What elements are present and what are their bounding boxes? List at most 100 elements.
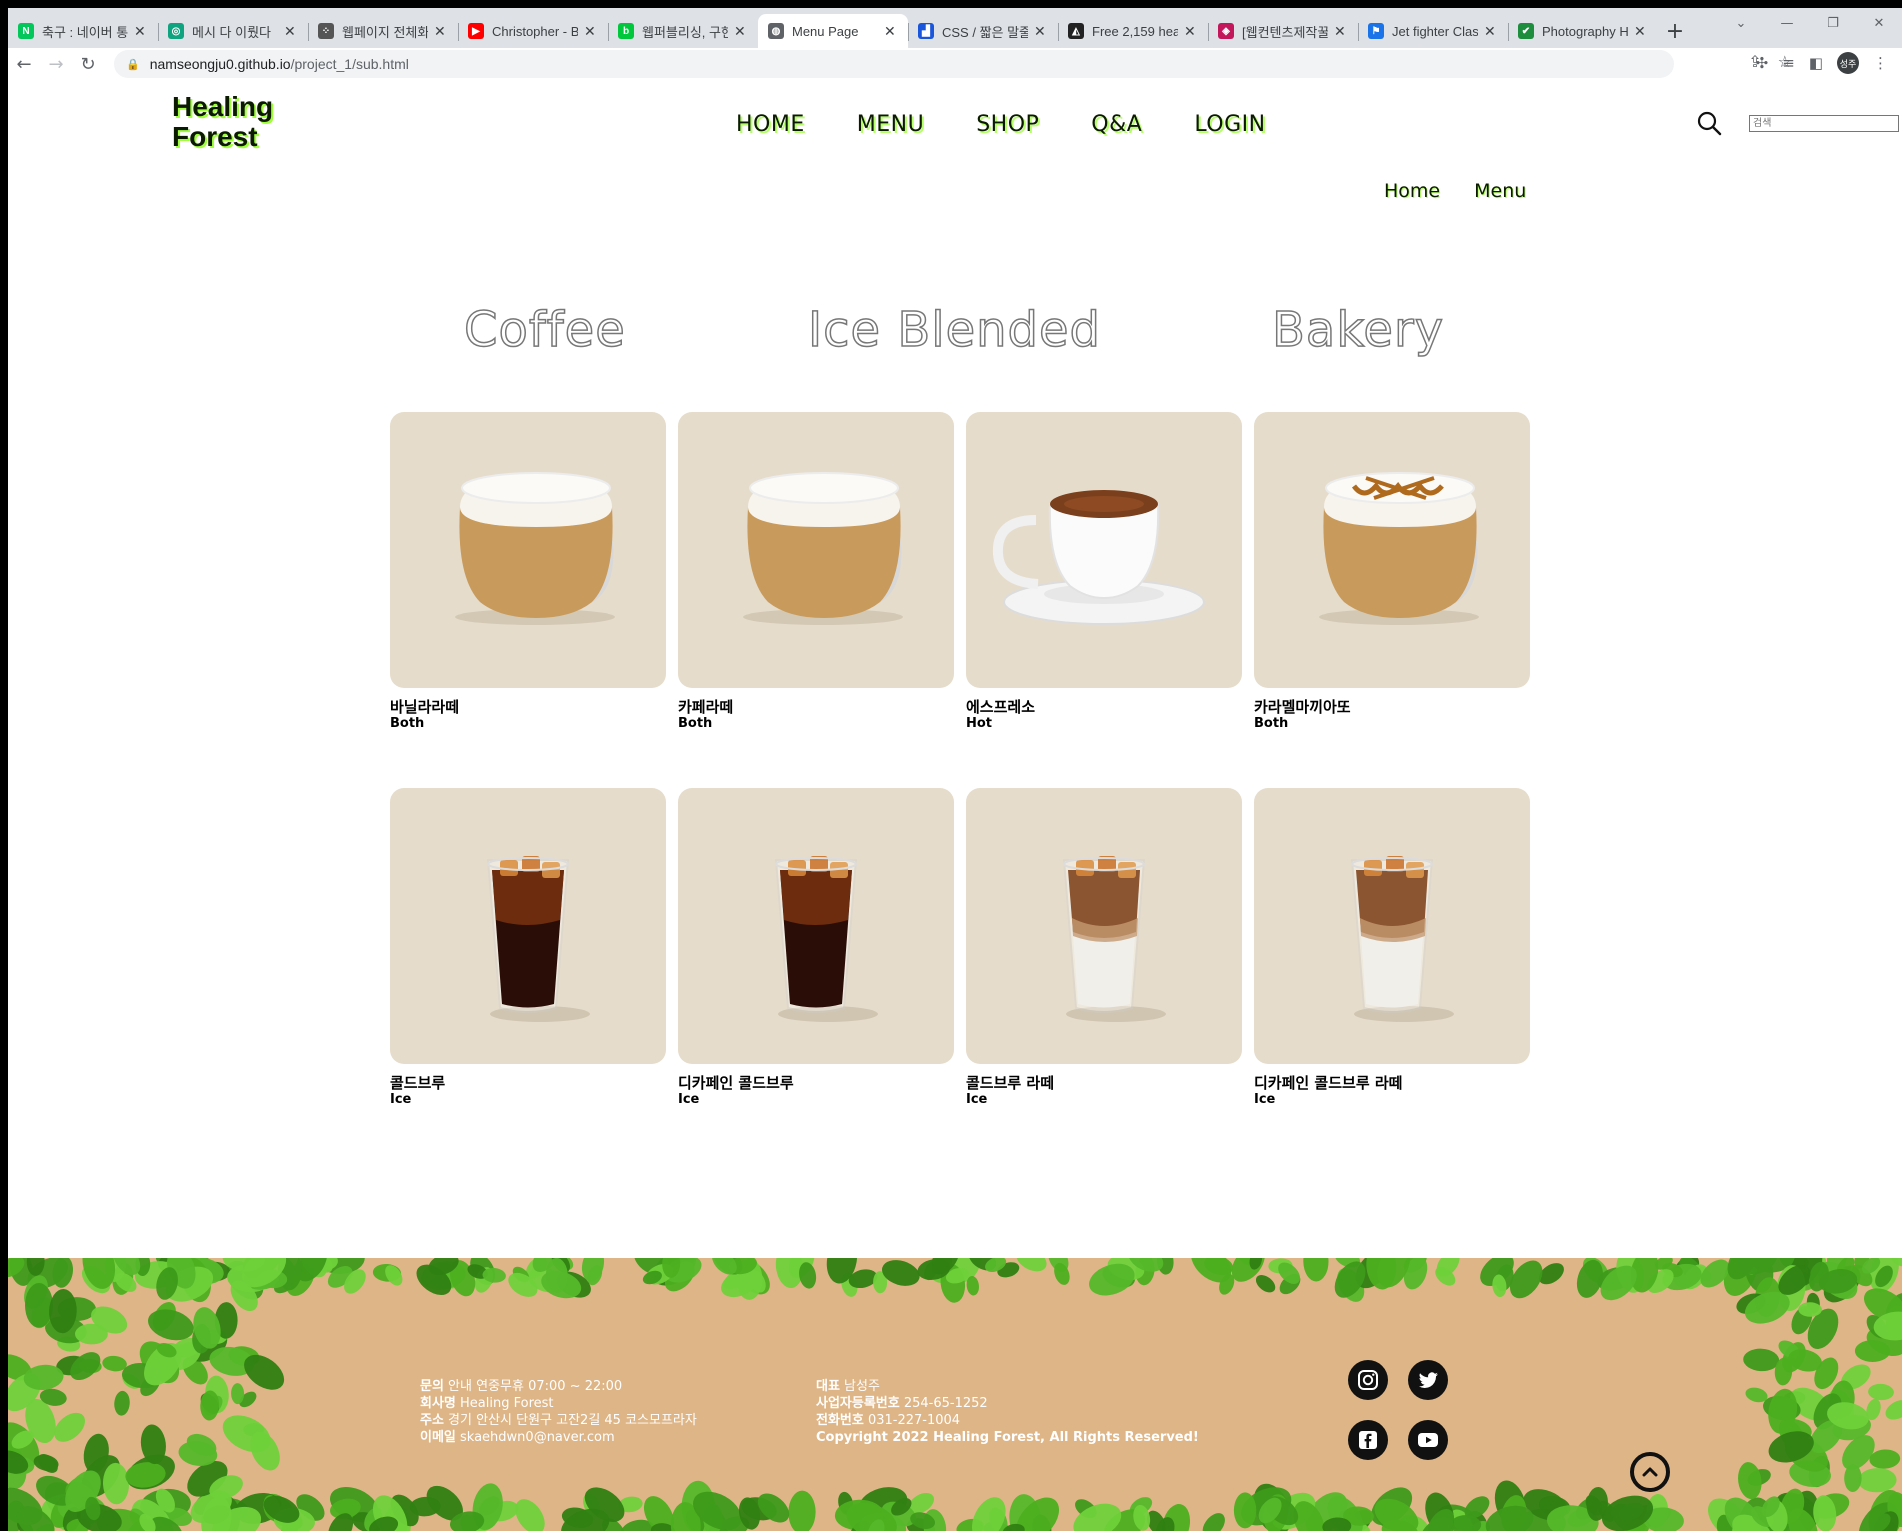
menu-card[interactable]: 바닐라라떼 Both [390, 412, 666, 731]
menu-card[interactable]: 디카페인 콜드브루 Ice [678, 788, 954, 1107]
restore-button[interactable]: ❐ [1810, 8, 1856, 38]
latte-illustration [743, 472, 903, 625]
menu-item-name: 바닐라라떼 [390, 698, 460, 716]
browser-tab[interactable]: ▶ Christopher - B ✕ [458, 14, 608, 48]
menu-item-type: Ice [1254, 1092, 1276, 1107]
tab-close-icon[interactable]: ✕ [134, 23, 148, 40]
breadcrumb-home[interactable]: Home [1384, 180, 1440, 202]
browser-tab[interactable]: ⁘ 웹페이지 전체화 ✕ [308, 14, 458, 48]
extensions-icon[interactable]: ✣ [1756, 54, 1769, 72]
tab-close-icon[interactable]: ✕ [734, 23, 748, 40]
browser-tab[interactable]: ▟ CSS / 짧은 말줄 ✕ [908, 14, 1058, 48]
nav-shop[interactable]: SHOP [976, 112, 1039, 137]
browser-tab[interactable]: b 웹퍼블리싱, 구현 ✕ [608, 14, 758, 48]
instagram-icon[interactable] [1348, 1360, 1388, 1400]
category-tabs: Coffee Ice Blended Bakery [8, 301, 1902, 382]
tab-close-icon[interactable]: ✕ [1184, 23, 1198, 40]
browser-tab[interactable]: ◈ [웹컨텐츠제작꿀 ✕ [1208, 14, 1358, 48]
reload-icon[interactable]: ↻ [72, 48, 104, 80]
site-logo[interactable]: Healing Forest [172, 92, 273, 152]
side-panel-icon[interactable]: ◧ [1809, 54, 1823, 72]
more-menu-icon[interactable]: ⋮ [1873, 54, 1888, 72]
forward-icon[interactable]: → [40, 48, 72, 80]
browser-tab[interactable]: N 축구 : 네이버 통 ✕ [8, 14, 158, 48]
footer-company-info: 문의 안내 연중무휴 07:00 ~ 22:00 회사명 Healing Fore… [420, 1378, 697, 1446]
reading-list-icon[interactable]: ≡ [1782, 54, 1795, 72]
tab-close-icon[interactable]: ✕ [884, 23, 898, 40]
tab-close-icon[interactable]: ✕ [284, 23, 298, 40]
menu-item-image[interactable] [390, 788, 666, 1064]
back-icon[interactable]: ← [8, 48, 40, 80]
footer-info-value: skaehdwn0@naver.com [455, 1430, 615, 1445]
menu-item-image[interactable] [678, 788, 954, 1064]
menu-item-image[interactable] [390, 412, 666, 688]
browser-tab[interactable]: ⚑ Jet fighter Class ✕ [1358, 14, 1508, 48]
tab-close-icon[interactable]: ✕ [434, 23, 448, 40]
menu-card[interactable]: 콜드브루 Ice [390, 788, 666, 1107]
menu-card[interactable]: 에스프레소 Hot [966, 412, 1242, 731]
category-ice-blended[interactable]: Ice Blended [807, 301, 1101, 359]
menu-item-type: Ice [678, 1092, 700, 1107]
tab-favicon-icon: N [18, 23, 34, 39]
nav-home[interactable]: HOME [736, 112, 805, 137]
browser-tab[interactable]: ✔ Photography H ✕ [1508, 14, 1658, 48]
footer-info-label: 사업자등록번호 [816, 1396, 900, 1411]
lock-icon[interactable]: 🔒 [126, 58, 140, 71]
footer-info-line: Copyright 2022 Healing Forest, All Right… [816, 1429, 1199, 1446]
menu-item-type: Hot [966, 716, 993, 731]
tab-close-icon[interactable]: ✕ [1334, 23, 1348, 40]
footer-info-label: 문의 [420, 1379, 444, 1394]
menu-card[interactable]: 카페라떼 Both [678, 412, 954, 731]
scroll-to-top-button[interactable] [1630, 1452, 1670, 1492]
browser-tab[interactable]: ◍ Menu Page ✕ [758, 14, 908, 48]
tab-title: Jet fighter Class [1392, 23, 1478, 39]
main-nav: HOME MENU SHOP Q&A LOGIN [736, 112, 1266, 137]
menu-item-image[interactable] [678, 412, 954, 688]
browser-tab[interactable]: ◎ 메시 다 이뤘다 ✕ [158, 14, 308, 48]
youtube-icon[interactable] [1408, 1420, 1448, 1460]
footer-info-value: 031-227-1004 [863, 1413, 961, 1428]
tab-close-icon[interactable]: ✕ [1484, 23, 1498, 40]
tab-close-icon[interactable]: ✕ [1634, 23, 1648, 40]
new-tab-button[interactable]: + [1658, 14, 1692, 48]
menu-card[interactable]: 카라멜마끼아또 Both [1254, 412, 1530, 731]
browser-tab-strip: N 축구 : 네이버 통 ✕ ◎ 메시 다 이뤘다 ✕ ⁘ 웹페이지 전체화 ✕ ▶ Christo… [8, 8, 1902, 48]
tab-close-icon[interactable]: ✕ [584, 23, 598, 40]
profile-avatar[interactable]: 성주 [1837, 52, 1859, 74]
tab-title: Menu Page [792, 23, 859, 39]
menu-item-name: 디카페인 콜드브루 [678, 1074, 794, 1092]
menu-item-image[interactable] [966, 412, 1242, 688]
nav-login[interactable]: LOGIN [1194, 112, 1265, 137]
footer-info-value: Healing Forest [455, 1396, 554, 1411]
nav-qna[interactable]: Q&A [1091, 112, 1142, 137]
coldbrewlatte-illustration [1350, 856, 1454, 1022]
footer-info-line: 대표 남성주 [816, 1378, 1199, 1395]
search-input[interactable] [1749, 115, 1899, 132]
tab-favicon-icon: ▟ [918, 23, 934, 39]
close-window-button[interactable]: ✕ [1856, 8, 1902, 38]
tab-title: 웹퍼블리싱, 구현 [642, 24, 728, 40]
search-icon[interactable] [1696, 110, 1722, 136]
browser-tab[interactable]: ◭ Free 2,159 hear ✕ [1058, 14, 1208, 48]
menu-card[interactable]: 디카페인 콜드브루 라떼 Ice [1254, 788, 1530, 1107]
espresso-illustration [992, 490, 1205, 625]
tab-close-icon[interactable]: ✕ [1034, 23, 1048, 40]
facebook-icon[interactable] [1348, 1420, 1388, 1460]
window-controls: ⌄ — ❐ ✕ [1718, 8, 1902, 48]
menu-item-image[interactable] [1254, 412, 1530, 688]
menu-item-image[interactable] [966, 788, 1242, 1064]
menu-item-image[interactable] [1254, 788, 1530, 1064]
menu-card[interactable]: 콜드브루 라떼 Ice [966, 788, 1242, 1107]
menu-item-name: 콜드브루 [390, 1074, 446, 1092]
twitter-icon[interactable] [1408, 1360, 1448, 1400]
coldbrew-illustration [774, 856, 878, 1022]
footer-info-line: 사업자등록번호 254-65-1252 [816, 1395, 1199, 1412]
minimize-button[interactable]: — [1764, 8, 1810, 38]
category-coffee[interactable]: Coffee [463, 301, 626, 359]
tab-search-icon[interactable]: ⌄ [1718, 8, 1764, 38]
nav-menu[interactable]: MENU [857, 112, 924, 137]
breadcrumb-menu[interactable]: Menu [1474, 180, 1526, 202]
category-bakery[interactable]: Bakery [1271, 301, 1444, 359]
address-bar[interactable]: 🔒 namseongju0.github.io/project_1/sub.ht… [114, 50, 1674, 78]
menu-item-name: 디카페인 콜드브루 라떼 [1254, 1074, 1403, 1092]
